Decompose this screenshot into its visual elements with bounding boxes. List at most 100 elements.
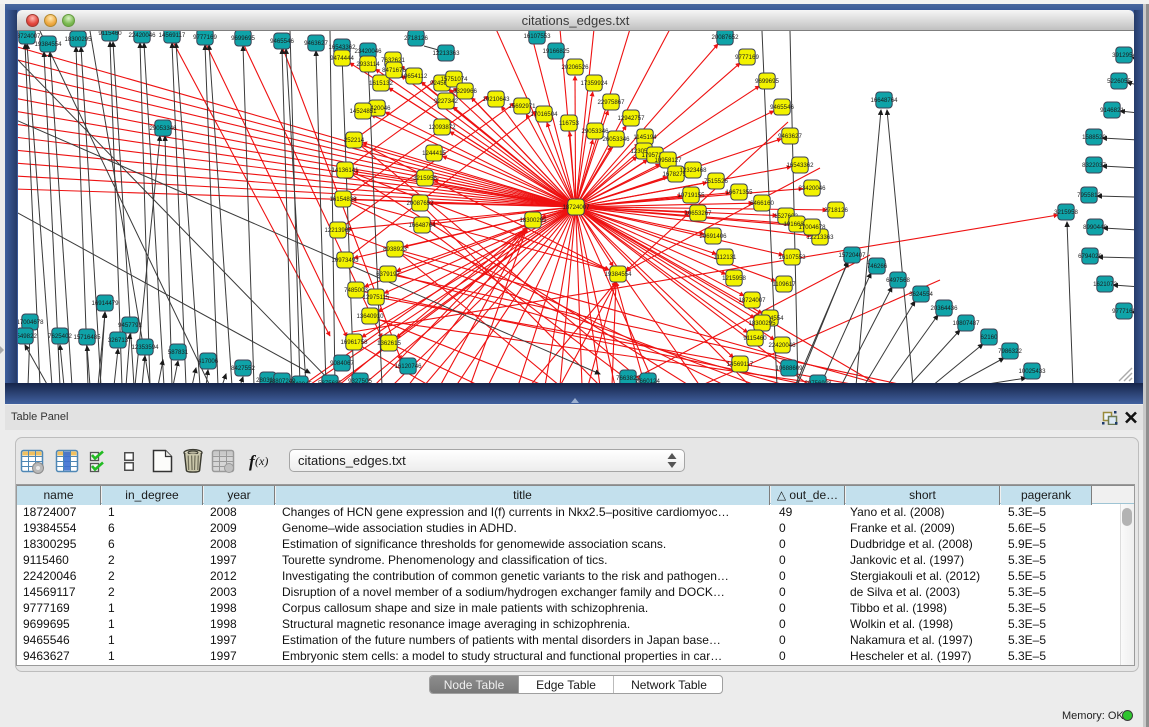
svg-text:19166825: 19166825 (542, 48, 570, 55)
svg-text:16120746: 16120746 (394, 363, 422, 370)
svg-text:23420046: 23420046 (798, 185, 826, 192)
svg-text:10653267: 10653267 (684, 210, 712, 217)
svg-text:16543362: 16543362 (786, 162, 814, 169)
svg-text:20087652: 20087652 (406, 200, 434, 207)
svg-text:9115460: 9115460 (98, 31, 122, 37)
svg-text:17004678: 17004678 (798, 224, 826, 231)
svg-text:587831: 587831 (168, 349, 189, 356)
svg-text:9463627: 9463627 (778, 133, 802, 140)
svg-text:17359924: 17359924 (580, 80, 608, 87)
svg-text:16107553: 16107553 (778, 254, 806, 261)
svg-text:1615132: 1615132 (369, 80, 393, 87)
svg-text:10973493: 10973493 (331, 257, 359, 264)
svg-text:7515526: 7515526 (704, 178, 728, 185)
svg-text:16961758: 16961758 (340, 339, 368, 346)
svg-text:18724007: 18724007 (738, 297, 766, 304)
svg-text:6794028: 6794028 (1078, 253, 1102, 260)
svg-text:16154838: 16154838 (329, 196, 357, 203)
svg-text:9115460: 9115460 (743, 335, 767, 342)
svg-text:22420046: 22420046 (768, 342, 796, 349)
svg-text:14524851: 14524851 (349, 108, 377, 115)
svg-text:22975867: 22975867 (597, 99, 625, 106)
svg-text:9699695: 9699695 (755, 78, 779, 85)
svg-text:9227342: 9227342 (434, 98, 458, 105)
svg-text:15751074: 15751074 (440, 76, 468, 83)
svg-text:8322037: 8322037 (1082, 162, 1106, 169)
svg-text:17004678: 17004678 (18, 319, 44, 326)
svg-text:2718126: 2718126 (404, 35, 428, 42)
svg-text:417006: 417006 (198, 358, 219, 365)
svg-text:3215958: 3215958 (413, 175, 437, 182)
svg-text:5875685: 5875685 (318, 380, 342, 383)
svg-text:9777169: 9777169 (1112, 308, 1134, 315)
svg-text:7485003: 7485003 (344, 287, 368, 294)
svg-text:3624554: 3624554 (909, 291, 933, 298)
svg-text:1621072: 1621072 (1093, 281, 1117, 288)
svg-text:9699695: 9699695 (231, 35, 255, 42)
svg-text:16914479: 16914479 (91, 300, 119, 307)
svg-text:1244415: 1244415 (422, 150, 446, 157)
svg-text:18300295: 18300295 (519, 217, 547, 224)
svg-text:1215958: 1215958 (722, 275, 746, 282)
svg-text:16107553: 16107553 (523, 33, 551, 40)
svg-text:19384554: 19384554 (34, 41, 62, 48)
svg-text:16648764: 16648764 (408, 222, 436, 229)
svg-text:1109617: 1109617 (772, 281, 796, 288)
svg-text:15720407: 15720407 (838, 252, 866, 259)
svg-text:9465546: 9465546 (270, 38, 294, 45)
svg-text:3215958: 3215958 (1054, 209, 1078, 216)
svg-text:(x): (x) (255, 454, 268, 468)
svg-text:746266: 746266 (867, 263, 888, 270)
svg-text:1549822: 1549822 (18, 333, 37, 340)
svg-text:2718126: 2718126 (824, 207, 848, 214)
svg-text:10688609: 10688609 (775, 365, 803, 372)
svg-text:26053346: 26053346 (602, 136, 630, 143)
svg-text:18300295: 18300295 (64, 36, 92, 43)
svg-text:9329966: 9329966 (453, 88, 477, 95)
svg-text:12942757: 12942757 (617, 115, 645, 122)
svg-text:29053346: 29053346 (581, 128, 609, 135)
svg-text:8427552: 8427552 (231, 365, 255, 372)
svg-text:20087652: 20087652 (711, 34, 739, 41)
svg-text:2933114: 2933114 (356, 61, 380, 68)
svg-text:10025433: 10025433 (1018, 368, 1046, 375)
svg-text:13640910: 13640910 (356, 313, 384, 320)
svg-text:18724007: 18724007 (562, 204, 590, 211)
svg-text:15692971: 15692971 (508, 103, 536, 110)
svg-text:15716485: 15716485 (73, 334, 101, 341)
svg-text:1588520: 1588520 (1082, 134, 1106, 141)
svg-text:326713: 326713 (108, 337, 129, 344)
svg-text:14569117: 14569117 (159, 32, 186, 39)
svg-text:22420046: 22420046 (128, 32, 156, 39)
svg-text:14136141: 14136141 (331, 167, 359, 174)
svg-text:16648764: 16648764 (870, 97, 898, 104)
svg-text:9327505: 9327505 (348, 378, 372, 383)
svg-text:20364436: 20364436 (930, 305, 958, 312)
svg-text:62160: 62160 (981, 334, 999, 341)
svg-text:6466160: 6466160 (750, 200, 774, 207)
svg-text:23420046: 23420046 (354, 48, 382, 55)
svg-text:20691406: 20691406 (699, 233, 727, 240)
svg-text:10654112: 10654112 (401, 73, 428, 80)
svg-text:18807249: 18807249 (268, 378, 296, 383)
svg-text:10719155: 10719155 (677, 192, 705, 199)
svg-text:18300295: 18300295 (748, 320, 776, 327)
svg-text:10210643: 10210643 (482, 96, 510, 103)
svg-text:9465546: 9465546 (770, 104, 794, 111)
svg-text:8938923: 8938923 (383, 246, 407, 253)
svg-text:7986322: 7986322 (998, 348, 1022, 355)
svg-text:5226055: 5226055 (1107, 78, 1131, 85)
svg-text:10958127: 10958127 (654, 157, 682, 164)
svg-text:8990448: 8990448 (1083, 224, 1107, 231)
svg-text:6379197: 6379197 (376, 271, 400, 278)
svg-text:1145194: 1145194 (633, 134, 657, 141)
svg-text:7955812: 7955812 (1077, 192, 1101, 199)
svg-text:8660124: 8660124 (636, 378, 660, 383)
svg-text:18724007: 18724007 (18, 33, 41, 40)
svg-text:9777169: 9777169 (193, 34, 217, 41)
svg-text:252214: 252214 (344, 137, 365, 144)
svg-text:12353594: 12353594 (131, 344, 159, 351)
svg-text:29053346: 29053346 (149, 125, 177, 132)
svg-text:20206526: 20206526 (561, 64, 589, 71)
svg-text:9777169: 9777169 (735, 54, 759, 61)
